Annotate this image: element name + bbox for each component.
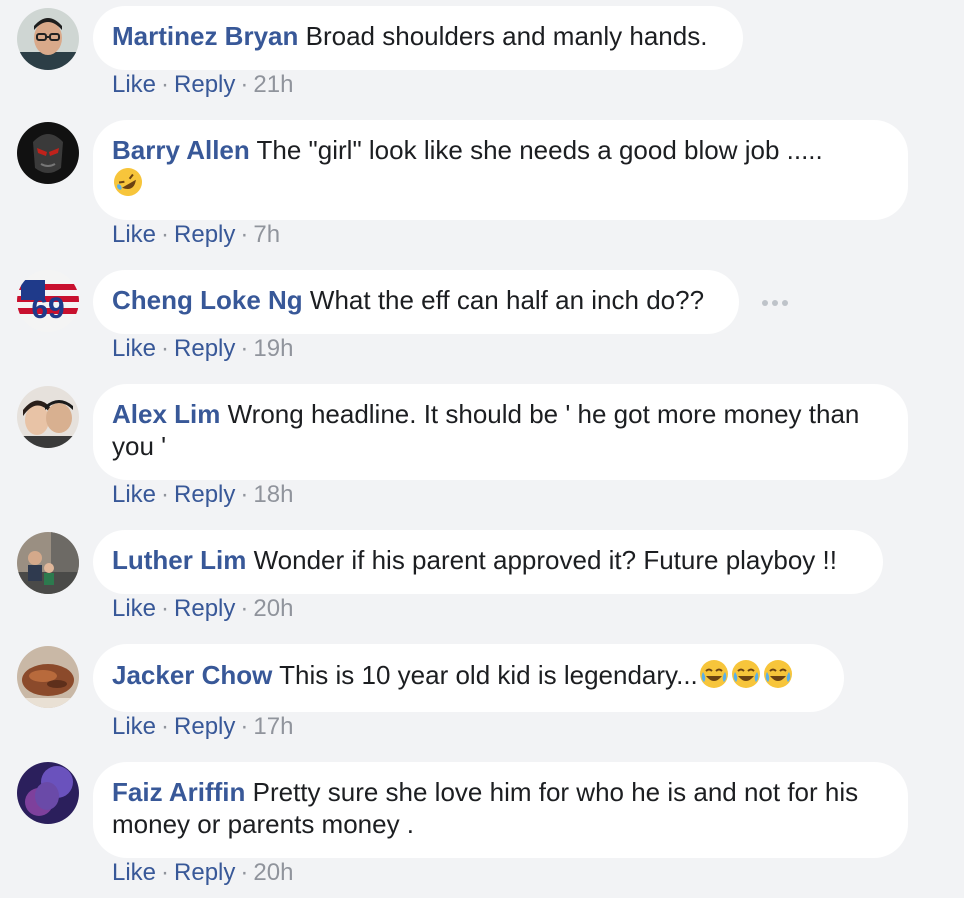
svg-text:69: 69 [31, 292, 64, 325]
separator: · [240, 481, 249, 508]
comment-text: Wonder if his parent approved it? Future… [253, 545, 837, 575]
comment-actions: Like · Reply · 17h [112, 712, 293, 742]
comment-timestamp[interactable]: 20h [253, 859, 293, 886]
separator: · [240, 71, 249, 98]
reply-link[interactable]: Reply [174, 859, 235, 886]
like-link[interactable]: Like [112, 71, 156, 98]
separator: · [161, 221, 170, 248]
tears-of-joy-emoji [698, 658, 730, 690]
reply-link[interactable]: Reply [174, 481, 235, 508]
comment-author[interactable]: Jacker Chow [112, 660, 272, 690]
rolling-on-floor-laughing-emoji [112, 166, 144, 198]
separator: · [161, 335, 170, 362]
comment-actions: Like · Reply · 7h [112, 220, 280, 250]
comment-thread: Martinez Bryan Broad shoulders and manly… [0, 0, 964, 898]
avatar[interactable] [17, 532, 79, 594]
reply-link[interactable]: Reply [174, 595, 235, 622]
reply-link[interactable]: Reply [174, 71, 235, 98]
comment-author[interactable]: Barry Allen [112, 135, 250, 165]
comment-actions: Like · Reply · 19h [112, 334, 293, 364]
comment-text: What the eff can half an inch do?? [309, 285, 705, 315]
tears-of-joy-emoji [730, 658, 762, 690]
separator: · [240, 859, 249, 886]
separator: · [161, 859, 170, 886]
comment-author[interactable]: Cheng Loke Ng [112, 285, 303, 315]
separator: · [240, 335, 249, 362]
comment-bubble: Barry Allen The "girl" look like she nee… [93, 120, 908, 220]
more-options-icon[interactable] [762, 300, 790, 306]
comment-actions: Like · Reply · 20h [112, 594, 293, 624]
comment-text: This is 10 year old kid is legendary... [279, 660, 698, 690]
like-link[interactable]: Like [112, 335, 156, 362]
comment-bubble: Martinez Bryan Broad shoulders and manly… [93, 6, 743, 70]
separator: · [240, 595, 249, 622]
like-link[interactable]: Like [112, 859, 156, 886]
comment-timestamp[interactable]: 17h [253, 713, 293, 740]
comment-author[interactable]: Alex Lim [112, 399, 220, 429]
comment-bubble: Jacker Chow This is 10 year old kid is l… [93, 644, 844, 712]
separator: · [161, 713, 170, 740]
separator: · [161, 481, 170, 508]
separator: · [240, 221, 249, 248]
like-link[interactable]: Like [112, 481, 156, 508]
avatar[interactable]: 69 [17, 270, 79, 332]
comment-timestamp[interactable]: 7h [253, 221, 280, 248]
comment-bubble: Alex Lim Wrong headline. It should be ' … [93, 384, 908, 480]
comment-text: The "girl" look like she needs a good bl… [256, 135, 823, 165]
avatar[interactable] [17, 762, 79, 824]
avatar[interactable] [17, 122, 79, 184]
separator: · [240, 713, 249, 740]
separator: · [161, 71, 170, 98]
tears-of-joy-emoji [762, 658, 794, 690]
like-link[interactable]: Like [112, 221, 156, 248]
comment-bubble: Cheng Loke Ng What the eff can half an i… [93, 270, 739, 334]
separator: · [161, 595, 170, 622]
comment-text: Wrong headline. It should be ' he got mo… [112, 399, 860, 461]
reply-link[interactable]: Reply [174, 221, 235, 248]
comment-timestamp[interactable]: 18h [253, 481, 293, 508]
comment-actions: Like · Reply · 20h [112, 858, 293, 888]
comment-author[interactable]: Martinez Bryan [112, 21, 298, 51]
comment-bubble: Luther Lim Wonder if his parent approved… [93, 530, 883, 594]
comment-author[interactable]: Faiz Ariffin [112, 777, 245, 807]
like-link[interactable]: Like [112, 713, 156, 740]
comment-author[interactable]: Luther Lim [112, 545, 246, 575]
comment-timestamp[interactable]: 20h [253, 595, 293, 622]
avatar[interactable] [17, 386, 79, 448]
avatar[interactable] [17, 646, 79, 708]
comment-timestamp[interactable]: 19h [253, 335, 293, 362]
like-link[interactable]: Like [112, 595, 156, 622]
reply-link[interactable]: Reply [174, 713, 235, 740]
avatar[interactable] [17, 8, 79, 70]
comment-actions: Like · Reply · 21h [112, 70, 293, 100]
comment-timestamp[interactable]: 21h [253, 71, 293, 98]
comment-bubble: Faiz Ariffin Pretty sure she love him fo… [93, 762, 908, 858]
comment-actions: Like · Reply · 18h [112, 480, 293, 510]
reply-link[interactable]: Reply [174, 335, 235, 362]
comment-text: Broad shoulders and manly hands. [305, 21, 708, 51]
